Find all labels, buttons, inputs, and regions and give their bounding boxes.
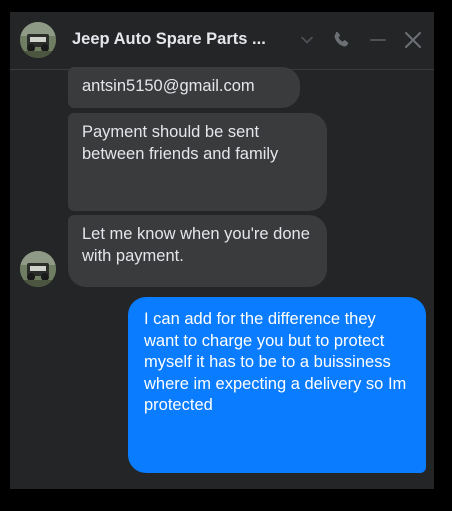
outgoing-message: I can add for the difference they want t…	[128, 297, 426, 473]
chevron-down-icon[interactable]	[298, 26, 316, 54]
phone-icon[interactable]	[328, 26, 354, 54]
incoming-message: Let me know when you're done with paymen…	[68, 215, 327, 287]
chat-window: Jeep Auto Spare Parts ... antsin5150@gma…	[10, 12, 434, 489]
jeep-avatar-icon	[20, 251, 56, 287]
minimize-icon[interactable]	[366, 26, 390, 54]
jeep-avatar-icon	[20, 22, 56, 58]
chat-header: Jeep Auto Spare Parts ...	[10, 12, 434, 70]
incoming-message: Payment should be sent between friends a…	[68, 113, 327, 211]
incoming-message: antsin5150@gmail.com	[68, 67, 300, 108]
message-list: antsin5150@gmail.com Payment should be s…	[10, 67, 434, 489]
chat-title[interactable]: Jeep Auto Spare Parts ...	[72, 30, 266, 49]
contact-avatar[interactable]	[20, 22, 56, 58]
sender-avatar[interactable]	[20, 251, 56, 287]
close-icon[interactable]	[400, 26, 426, 54]
